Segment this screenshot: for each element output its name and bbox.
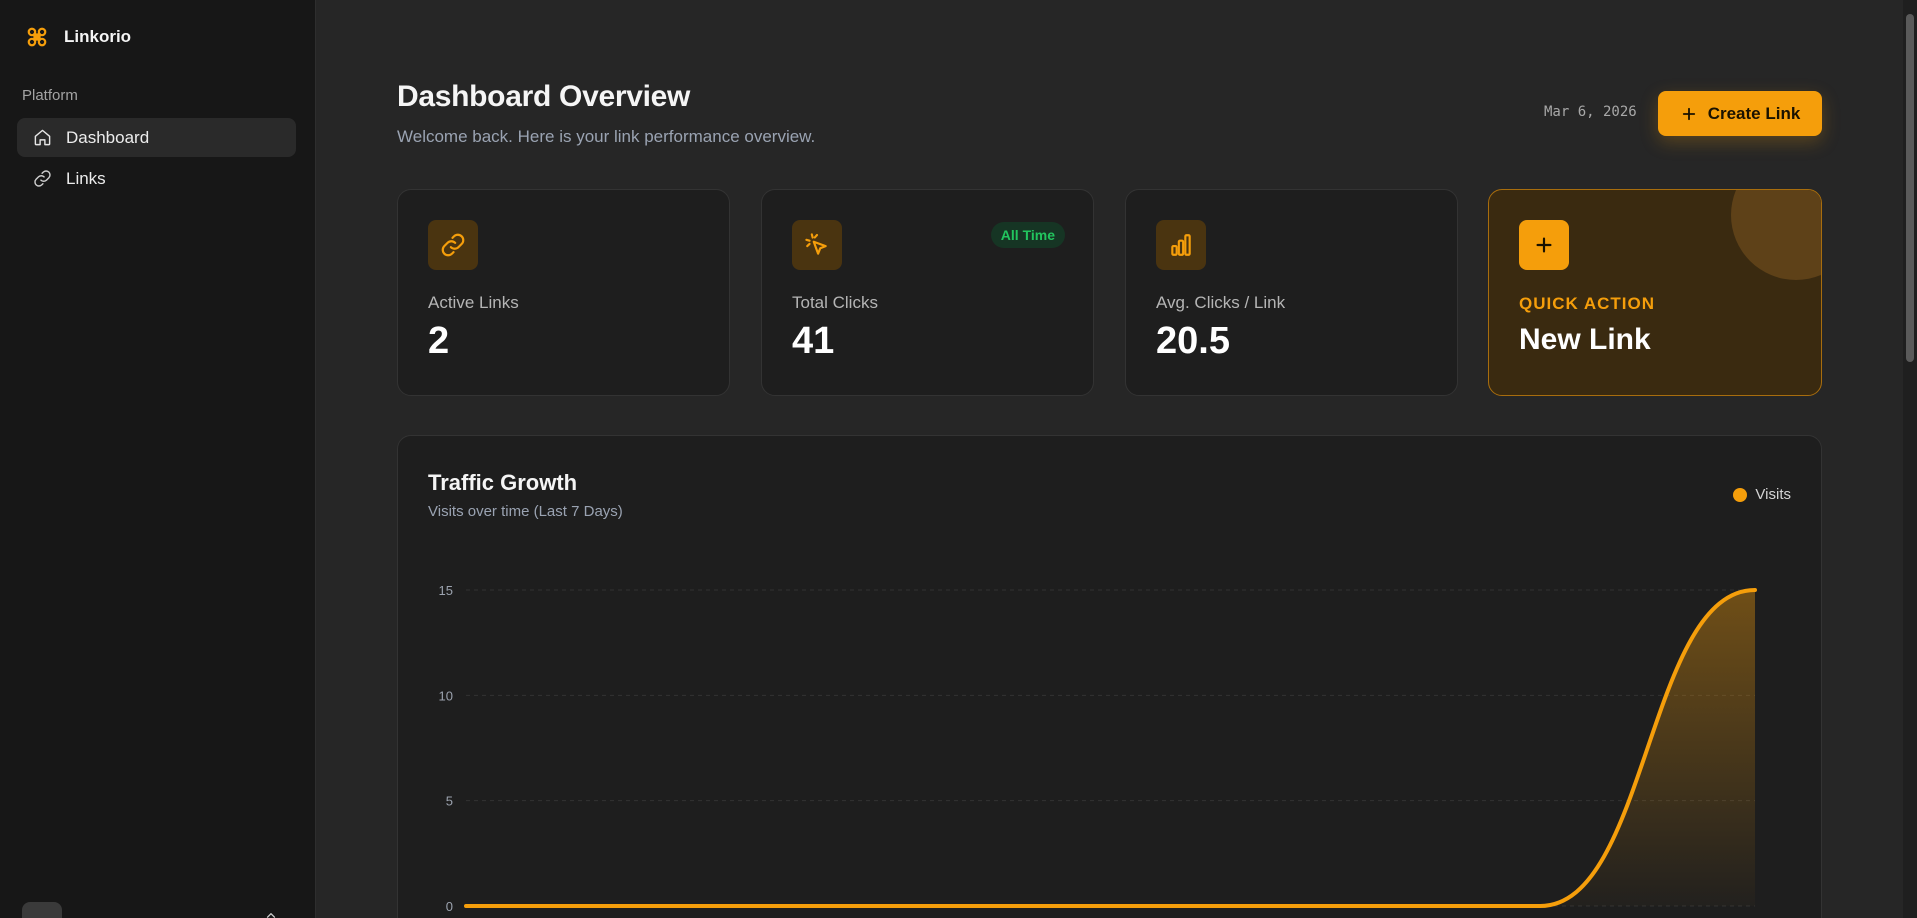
status-badge: All Time: [990, 222, 1065, 248]
plus-icon: [1536, 237, 1552, 253]
visits-area: [466, 590, 1755, 906]
stat-value: 20.5: [1156, 320, 1230, 362]
decorative-circle: [1731, 190, 1821, 280]
y-tick-label: 10: [439, 688, 453, 703]
traffic-chart-card: Traffic Growth Visits over time (Last 7 …: [397, 435, 1822, 918]
brand-logo-icon: [27, 27, 47, 47]
y-tick-label: 15: [439, 583, 453, 598]
brand-name: Linkorio: [64, 27, 132, 46]
quick-action-title: New Link: [1519, 323, 1651, 356]
quick-action-label: QUICK ACTION: [1519, 294, 1656, 313]
sidebar: Linkorio Platform Dashboard Links: [0, 0, 316, 918]
sidebar-item-label: Links: [66, 168, 106, 188]
sidebar-item-links[interactable]: Links: [17, 159, 296, 198]
home-icon: [34, 129, 51, 146]
stat-value: 2: [428, 320, 450, 362]
brand[interactable]: Linkorio: [26, 26, 131, 48]
stat-label: Active Links: [428, 293, 519, 312]
stat-card-active-links: Active Links 2: [397, 189, 730, 396]
page-scrollbar[interactable]: [1903, 0, 1917, 918]
stat-card-avg-clicks: Avg. Clicks / Link 20.5: [1125, 189, 1458, 396]
avatar[interactable]: [22, 902, 62, 918]
nav-section-label: Platform: [22, 87, 78, 104]
page-title: Dashboard Overview: [397, 80, 691, 113]
current-date: Mar 6, 2026: [1544, 104, 1637, 120]
y-tick-label: 5: [446, 794, 453, 809]
create-link-button[interactable]: Create Link: [1658, 91, 1822, 136]
stat-value: 41: [792, 320, 835, 362]
page-subtitle: Welcome back. Here is your link performa…: [397, 127, 816, 146]
link-icon: [441, 233, 465, 257]
y-tick-label: 0: [446, 899, 453, 914]
scrollbar-thumb[interactable]: [1906, 14, 1914, 362]
plus-icon: [1682, 107, 1695, 120]
stat-icon-box: [428, 220, 478, 270]
create-link-label: Create Link: [1707, 103, 1801, 123]
traffic-chart: 0 5 10 15: [439, 583, 1757, 914]
quick-action-card[interactable]: QUICK ACTION New Link: [1488, 189, 1822, 396]
stat-label: Avg. Clicks / Link: [1156, 293, 1286, 312]
stat-label: Total Clicks: [792, 293, 878, 312]
sidebar-item-dashboard[interactable]: Dashboard: [17, 118, 296, 157]
visits-line: [464, 588, 1757, 909]
chevron-up-icon[interactable]: [264, 909, 278, 918]
stat-icon-box: [792, 220, 842, 270]
stat-icon-box: [1156, 220, 1206, 270]
stat-card-total-clicks: All Time Total Clicks 41: [761, 189, 1094, 396]
link-icon: [34, 170, 51, 187]
pointer-click-icon: [805, 233, 827, 255]
bar-chart-icon: [1171, 234, 1191, 256]
sidebar-item-label: Dashboard: [66, 127, 150, 147]
quick-action-icon-box: [1519, 220, 1569, 270]
